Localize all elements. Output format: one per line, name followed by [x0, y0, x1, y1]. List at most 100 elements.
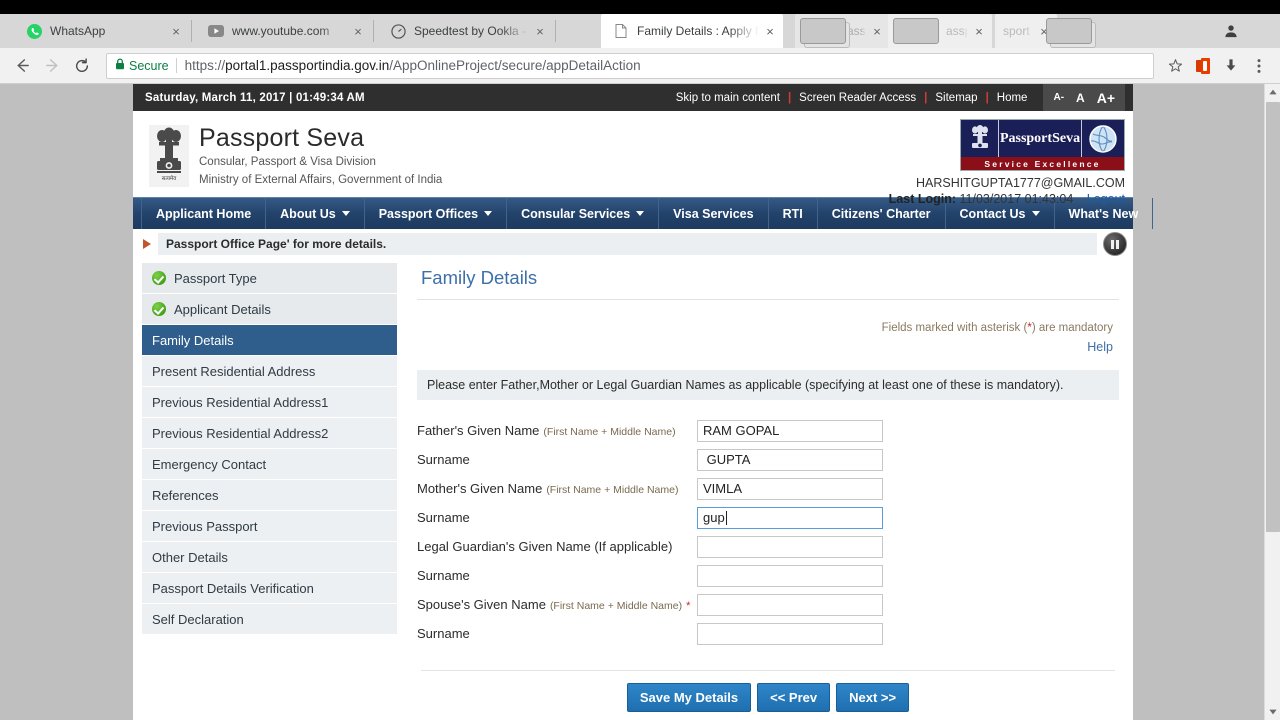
youtube-icon: [208, 23, 224, 39]
utility-links: Skip to main content | Screen Reader Acc…: [668, 84, 1133, 111]
sidebar-item-label: Previous Passport: [152, 518, 258, 534]
mothers-surname-input[interactable]: gup: [697, 506, 883, 529]
close-icon[interactable]: ×: [531, 22, 549, 40]
close-icon[interactable]: ×: [761, 22, 779, 40]
star-icon[interactable]: [1162, 53, 1188, 79]
spouse-given-name-input[interactable]: [697, 593, 883, 616]
field-row-legal-guardian-surname: Surname: [417, 561, 1119, 590]
font-decrease-button[interactable]: A-: [1047, 92, 1070, 103]
field-label: Surname: [417, 452, 697, 467]
tab-strip: WhatsApp × www.youtube.com × Speedtest b…: [0, 0, 1280, 48]
sidebar-item-previous-residential-address1[interactable]: Previous Residential Address1: [142, 387, 397, 418]
nav-applicant-home[interactable]: Applicant Home: [141, 198, 267, 229]
browser-tab-title: www.youtube.com: [232, 24, 330, 38]
reload-icon[interactable]: [68, 52, 96, 80]
window-title-bar: [0, 0, 1280, 14]
sidebar-item-family-details[interactable]: Family Details: [142, 325, 397, 356]
field-label-text: Surname: [417, 626, 470, 641]
nav-label: What's New: [1068, 206, 1139, 221]
passport-seva-page: Saturday, March 11, 2017 | 01:49:34 AM S…: [133, 84, 1154, 720]
field-label-hint: (First Name + Middle Name): [546, 484, 679, 496]
masthead-right: Passport Seva Service Excellence HARSHIT…: [889, 119, 1125, 206]
home-link[interactable]: Home: [989, 92, 1036, 104]
three-dot-menu-icon[interactable]: [1246, 53, 1272, 79]
screen-reader-access-link[interactable]: Screen Reader Access: [791, 92, 924, 104]
nav-label: About Us: [280, 206, 336, 221]
announcement-bar: Passport Office Page' for more details.: [133, 229, 1133, 259]
nav-visa-services[interactable]: Visa Services: [659, 198, 769, 229]
form-fields: Father's Given Name (First Name + Middle…: [417, 416, 1119, 648]
tab-drag-thumbnail-2[interactable]: [893, 18, 939, 44]
download-arrow-icon[interactable]: [1218, 53, 1244, 79]
font-increase-button[interactable]: A+: [1091, 90, 1121, 106]
user-avatar-icon[interactable]: [1220, 20, 1242, 42]
tab-drag-thumbnail-1[interactable]: [800, 18, 846, 44]
sidebar-item-self-declaration[interactable]: Self Declaration: [142, 604, 397, 635]
skip-to-main-content-link[interactable]: Skip to main content: [668, 92, 788, 104]
back-arrow-icon[interactable]: [8, 52, 36, 80]
sidebar-item-references[interactable]: References: [142, 480, 397, 511]
browser-tab-title: assport: [847, 24, 866, 38]
help-link[interactable]: Help: [1087, 340, 1113, 354]
close-icon[interactable]: ×: [868, 22, 886, 40]
office-icon[interactable]: [1190, 53, 1216, 79]
close-icon[interactable]: ×: [970, 22, 988, 40]
pause-button-icon[interactable]: [1103, 232, 1127, 256]
omnibox-divider: [175, 58, 177, 73]
scroll-down-arrow-icon[interactable]: [1265, 704, 1280, 720]
nav-rti[interactable]: RTI: [769, 198, 818, 229]
sidebar-item-label: Passport Type: [174, 270, 257, 286]
logout-link[interactable]: Logout: [1087, 192, 1125, 206]
nav-label: Citizens' Charter: [831, 206, 931, 221]
tab-separator: [555, 20, 556, 42]
fathers-given-name-input[interactable]: [697, 419, 883, 442]
nav-passport-offices[interactable]: Passport Offices: [365, 198, 508, 229]
mothers-surname-field-wrapper[interactable]: gup: [697, 506, 883, 529]
prev-button[interactable]: << Prev: [757, 683, 831, 712]
tab-drag-thumbnail-3[interactable]: [1046, 18, 1092, 44]
field-label: Mother's Given Name (First Name + Middle…: [417, 481, 697, 496]
sidebar-item-present-residential-address[interactable]: Present Residential Address: [142, 356, 397, 387]
spouse-surname-input[interactable]: [697, 622, 883, 645]
sidebar-item-previous-passport[interactable]: Previous Passport: [142, 511, 397, 542]
site-subtitle-2: Ministry of External Affairs, Government…: [199, 173, 443, 186]
text-cursor: [725, 510, 727, 525]
browser-toolbar: Secure https://portal1.passportindia.gov…: [0, 48, 1280, 84]
legal-guardian-surname-input[interactable]: [697, 564, 883, 587]
scroll-up-arrow-icon[interactable]: [1265, 84, 1280, 100]
sidebar-item-passport-type[interactable]: Passport Type: [142, 263, 397, 294]
browser-tab-speedtest[interactable]: Speedtest by Ookla - The ×: [378, 14, 553, 48]
mothers-given-name-input[interactable]: [697, 477, 883, 500]
browser-tab-whatsapp[interactable]: WhatsApp ×: [14, 14, 189, 48]
mandatory-note-prefix: Fields marked with asterisk (: [881, 322, 1028, 334]
next-button[interactable]: Next >>: [836, 683, 910, 712]
close-icon[interactable]: ×: [167, 22, 185, 40]
legal-guardian-given-name-input[interactable]: [697, 535, 883, 558]
sidebar-item-previous-residential-address2[interactable]: Previous Residential Address2: [142, 418, 397, 449]
field-label: Father's Given Name (First Name + Middle…: [417, 423, 697, 438]
sidebar-item-other-details[interactable]: Other Details: [142, 542, 397, 573]
sidebar-item-applicant-details[interactable]: Applicant Details: [142, 294, 397, 325]
family-details-form: Family Details Fields marked with asteri…: [397, 263, 1133, 712]
form-action-buttons: Save My Details << Prev Next >>: [417, 671, 1119, 712]
sidebar-item-emergency-contact[interactable]: Emergency Contact: [142, 449, 397, 480]
close-icon[interactable]: ×: [349, 22, 367, 40]
address-bar[interactable]: Secure https://portal1.passportindia.gov…: [106, 52, 1154, 79]
field-row-fathers-given-name: Father's Given Name (First Name + Middle…: [417, 416, 1119, 445]
browser-tab-youtube[interactable]: www.youtube.com ×: [196, 14, 371, 48]
page-background-right: [1133, 84, 1264, 720]
field-label: Surname: [417, 568, 697, 583]
sidebar-item-passport-details-verification[interactable]: Passport Details Verification: [142, 573, 397, 604]
sitemap-link[interactable]: Sitemap: [927, 92, 985, 104]
tabs-row: WhatsApp × www.youtube.com × Speedtest b…: [0, 14, 1280, 48]
fathers-surname-input[interactable]: [697, 448, 883, 471]
save-my-details-button[interactable]: Save My Details: [626, 683, 752, 712]
sidebar-item-label: Passport Details Verification: [152, 580, 314, 596]
nav-about-us[interactable]: About Us: [266, 198, 365, 229]
browser-tab-family-details[interactable]: Family Details : Apply for ×: [601, 14, 783, 48]
font-normal-button[interactable]: A: [1070, 91, 1091, 105]
nav-consular-services[interactable]: Consular Services: [507, 198, 660, 229]
page-scrollbar[interactable]: [1264, 84, 1280, 720]
scrollbar-thumb[interactable]: [1266, 102, 1280, 532]
lock-icon: [115, 58, 125, 73]
